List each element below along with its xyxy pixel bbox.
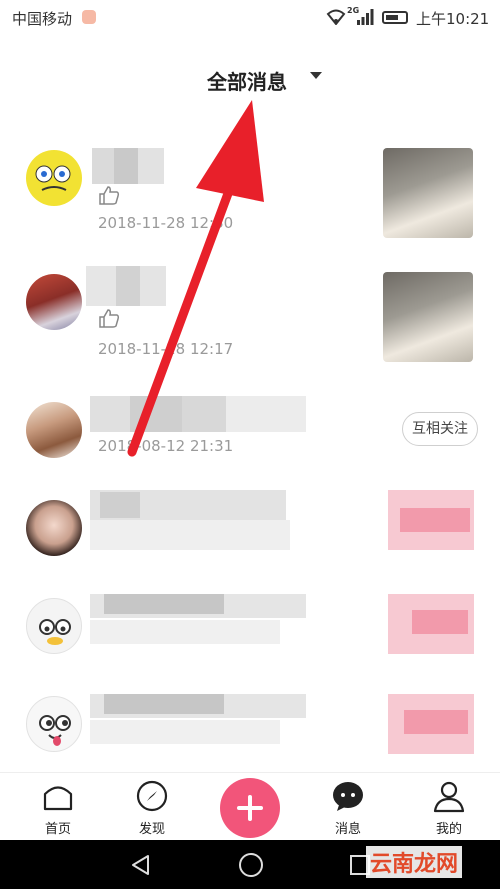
pixelated-message <box>90 620 280 644</box>
list-item[interactable] <box>0 690 500 772</box>
post-thumbnail[interactable] <box>383 148 473 238</box>
pixelated-username <box>138 148 164 184</box>
message-time: 2018-11-28 12:30 <box>98 214 234 232</box>
profile-icon <box>433 781 465 813</box>
status-bar: 中国移动 2G 上午10:21 <box>0 0 500 36</box>
list-item[interactable] <box>0 590 500 680</box>
nav-profile[interactable]: 我的 <box>414 773 484 841</box>
avatar[interactable] <box>26 274 82 330</box>
carrier-app-icon <box>82 10 96 24</box>
home-icon <box>43 786 73 811</box>
pixelated-username <box>182 396 226 432</box>
nav-home[interactable]: 首页 <box>23 773 93 841</box>
chat-bubble-icon <box>333 782 363 811</box>
pixelated-username <box>116 266 140 306</box>
nav-profile-label: 我的 <box>435 822 462 837</box>
pixelated-username <box>92 148 114 184</box>
message-time: 2018-11-28 12:17 <box>98 340 234 358</box>
pixelated-message <box>90 520 290 550</box>
thumbs-up-icon <box>99 186 120 205</box>
nav-discover-label: 发现 <box>138 822 165 837</box>
carrier-label: 中国移动 <box>12 10 73 28</box>
pixelated-username <box>104 694 224 714</box>
watermark: 云南龙网 <box>366 846 463 878</box>
sponge-avatar-image <box>35 165 71 191</box>
list-item[interactable]: 2018-11-28 12:30 <box>0 140 500 250</box>
pixelated-username <box>140 266 166 306</box>
page-title[interactable]: 全部消息 <box>0 66 500 95</box>
pixelated-username <box>86 266 116 306</box>
avatar[interactable] <box>26 598 82 654</box>
pixelated-username <box>104 594 224 614</box>
nav-discover[interactable]: 发现 <box>117 773 187 841</box>
plus-icon[interactable] <box>220 778 280 838</box>
message-filter-header[interactable]: 全部消息 <box>0 36 500 120</box>
pixelated-thumbnail <box>400 508 470 532</box>
avatar[interactable] <box>26 500 82 556</box>
battery-icon <box>382 11 408 24</box>
pixelated-username <box>100 492 140 518</box>
back-icon[interactable] <box>130 854 150 876</box>
message-time: 2018-08-12 21:31 <box>98 437 234 455</box>
wifi-icon <box>326 9 346 25</box>
pixelated-username <box>90 396 130 432</box>
avatar[interactable] <box>26 150 82 206</box>
home-circle-icon[interactable] <box>239 853 263 877</box>
nav-messages-label: 消息 <box>334 822 361 837</box>
status-time: 上午10:21 <box>416 10 490 28</box>
list-item[interactable]: 2018-08-12 21:31 互相关注 <box>0 390 500 480</box>
mutual-follow-button[interactable]: 互相关注 <box>402 412 478 446</box>
cartoon-avatar-image <box>39 715 71 746</box>
pixelated-username <box>114 148 138 184</box>
list-item[interactable] <box>0 490 500 580</box>
avatar[interactable] <box>26 402 82 458</box>
thumbs-up-icon <box>99 309 120 328</box>
list-item[interactable]: 2018-11-28 12:17 <box>0 260 500 370</box>
nav-home-label: 首页 <box>44 822 71 837</box>
pixelated-thumbnail <box>412 610 468 634</box>
pixelated-message <box>90 720 280 744</box>
bottom-navigation: 首页 发现 消息 我的 <box>0 772 500 840</box>
chevron-down-icon[interactable] <box>310 72 322 79</box>
pixelated-username <box>130 396 182 432</box>
signal-icon <box>357 9 374 25</box>
compass-icon <box>136 780 168 812</box>
post-thumbnail[interactable] <box>383 272 473 362</box>
avatar[interactable] <box>26 696 82 752</box>
pixelated-username <box>226 396 306 432</box>
cartoon-avatar-image <box>39 619 71 645</box>
pixelated-thumbnail <box>404 710 468 734</box>
nav-messages[interactable]: 消息 <box>313 773 383 841</box>
